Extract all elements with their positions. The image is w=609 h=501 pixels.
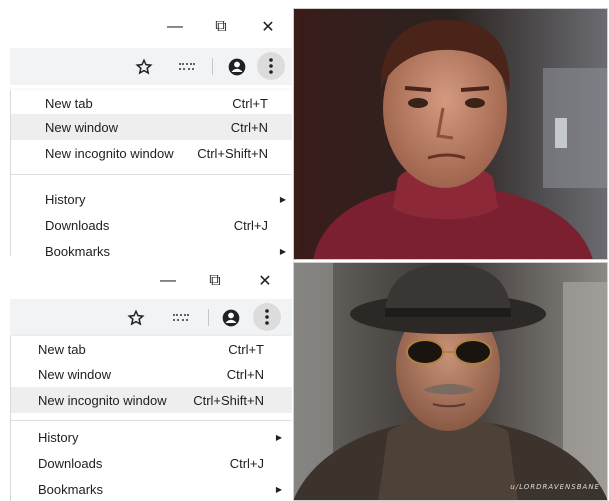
menu-item-label: New window bbox=[45, 119, 118, 135]
menu-item-new-tab[interactable]: New tab Ctrl+T bbox=[11, 336, 292, 362]
toolbar bbox=[10, 48, 292, 85]
account-icon[interactable] bbox=[224, 48, 250, 85]
menu-item-shortcut: Ctrl+N bbox=[230, 119, 268, 135]
top-browser-panel: — ⧉ ✕ New tab Ctrl+T New window Ctrl+N N… bbox=[10, 8, 292, 256]
menu-item-label: New window bbox=[38, 366, 111, 382]
star-icon[interactable] bbox=[132, 48, 156, 85]
menu-item-bookmarks[interactable]: Bookmarks ▶ bbox=[11, 476, 292, 501]
menu-item-history[interactable]: History ▶ bbox=[11, 424, 292, 450]
account-icon[interactable] bbox=[218, 299, 244, 336]
menu-item-label: Downloads bbox=[38, 455, 103, 471]
maximize-button[interactable]: ⧉ bbox=[198, 8, 244, 45]
menu-item-label: New incognito window bbox=[45, 145, 174, 161]
extension-icon[interactable] bbox=[176, 48, 198, 85]
menu-item-shortcut: Ctrl+N bbox=[226, 366, 264, 382]
menu-item-shortcut: Ctrl+T bbox=[228, 341, 264, 357]
more-vert-icon[interactable] bbox=[257, 52, 285, 80]
menu-item-downloads[interactable]: Downloads Ctrl+J bbox=[11, 212, 292, 238]
extension-icon[interactable] bbox=[170, 299, 192, 336]
menu-item-shortcut: Ctrl+Shift+N bbox=[193, 392, 264, 408]
close-button[interactable]: ✕ bbox=[242, 262, 288, 299]
bottom-browser-panel: — ⧉ ✕ New tab Ctrl+T New window Ctrl+N N… bbox=[10, 262, 292, 501]
bottom-photo: u/LORDRAVENSBANE bbox=[293, 262, 608, 501]
menu-item-history[interactable]: History ▶ bbox=[11, 186, 292, 212]
menu-item-label: Bookmarks bbox=[45, 243, 111, 257]
toolbar-divider bbox=[212, 58, 213, 75]
menu-item-label: Bookmarks bbox=[38, 481, 104, 497]
menu-separator bbox=[11, 174, 292, 175]
minimize-button[interactable]: — bbox=[152, 8, 198, 45]
menu-item-label: New tab bbox=[45, 95, 93, 111]
menu-item-new-incognito-window[interactable]: New incognito window Ctrl+Shift+N bbox=[11, 140, 292, 166]
more-vert-icon[interactable] bbox=[253, 303, 281, 331]
menu-item-shortcut: Ctrl+Shift+N bbox=[197, 145, 268, 161]
maximize-button[interactable]: ⧉ bbox=[192, 262, 238, 299]
menu-item-label: History bbox=[38, 429, 79, 445]
top-photo bbox=[293, 8, 608, 260]
menu-item-new-window[interactable]: New window Ctrl+N bbox=[11, 361, 292, 387]
toolbar bbox=[10, 299, 292, 336]
submenu-arrow-icon: ▶ bbox=[279, 194, 286, 204]
menu-item-label: Downloads bbox=[45, 217, 110, 233]
submenu-arrow-icon: ▶ bbox=[275, 484, 282, 494]
menu-separator bbox=[11, 420, 292, 421]
titlebar: — ⧉ ✕ bbox=[10, 8, 292, 45]
close-button[interactable]: ✕ bbox=[245, 8, 291, 45]
star-icon[interactable] bbox=[124, 299, 148, 336]
chrome-menu: New tab Ctrl+T New window Ctrl+N New inc… bbox=[10, 90, 292, 256]
menu-item-new-tab[interactable]: New tab Ctrl+T bbox=[11, 90, 292, 116]
menu-item-new-window[interactable]: New window Ctrl+N bbox=[11, 114, 292, 140]
menu-item-shortcut: Ctrl+J bbox=[229, 455, 264, 471]
menu-item-bookmarks[interactable]: Bookmarks ▶ bbox=[11, 238, 292, 257]
menu-item-new-incognito-window[interactable]: New incognito window Ctrl+Shift+N bbox=[11, 387, 292, 413]
photo-frame bbox=[293, 8, 608, 260]
photo-frame bbox=[293, 262, 608, 501]
minimize-button[interactable]: — bbox=[145, 262, 191, 299]
submenu-arrow-icon: ▶ bbox=[275, 432, 282, 442]
toolbar-divider bbox=[208, 309, 209, 326]
titlebar: — ⧉ ✕ bbox=[10, 262, 292, 299]
chrome-menu: New tab Ctrl+T New window Ctrl+N New inc… bbox=[10, 336, 292, 501]
menu-item-label: New tab bbox=[38, 341, 86, 357]
menu-item-shortcut: Ctrl+T bbox=[232, 95, 268, 111]
menu-item-label: New incognito window bbox=[38, 392, 167, 408]
menu-item-label: History bbox=[45, 191, 86, 207]
submenu-arrow-icon: ▶ bbox=[279, 246, 286, 256]
menu-item-downloads[interactable]: Downloads Ctrl+J bbox=[11, 450, 292, 476]
menu-item-shortcut: Ctrl+J bbox=[233, 217, 268, 233]
